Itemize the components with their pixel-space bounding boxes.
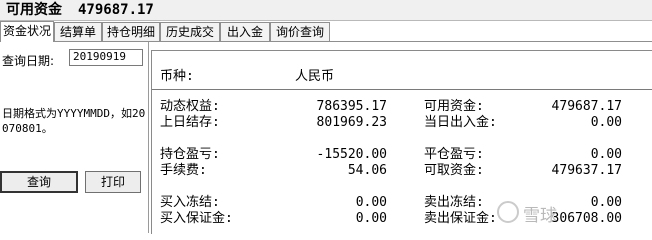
title-bar: 可用资金 479687.17 xyxy=(0,0,652,21)
currency-label: 币种: xyxy=(160,69,194,84)
tab-quote-query[interactable]: 询价查询 xyxy=(270,22,330,41)
available-funds-value: 479687.17 xyxy=(78,2,154,18)
buy-frozen-value: 0.00 xyxy=(355,195,387,210)
prev-balance-value: 801969.23 xyxy=(316,115,387,130)
print-button[interactable]: 打印 xyxy=(85,171,141,193)
prev-balance-label: 上日结存: xyxy=(160,115,220,130)
fee-label: 手续费: xyxy=(160,163,207,178)
tab-settlement[interactable]: 结算单 xyxy=(54,22,102,41)
watermark-text: 雪球 xyxy=(523,206,557,226)
tab-position-detail[interactable]: 持仓明细 xyxy=(102,22,160,41)
available-funds-row-value: 479687.17 xyxy=(551,99,622,114)
buy-margin-value: 0.00 xyxy=(355,211,387,226)
query-date-input[interactable]: 20190919 xyxy=(69,49,143,66)
position-pnl-value: -15520.00 xyxy=(316,147,387,162)
available-funds-row-label: 可用资金: xyxy=(424,99,484,114)
watermark-logo-icon xyxy=(497,201,519,223)
dynamic-equity-value: 786395.17 xyxy=(316,99,387,114)
withdrawable-value: 479637.17 xyxy=(551,163,622,178)
buy-frozen-label: 买入冻结: xyxy=(160,195,220,210)
query-button[interactable]: 查询 xyxy=(0,171,78,193)
date-format-hint: 日期格式为YYYYMMDD，如20070801。 xyxy=(2,107,146,135)
currency-value: 人民币 xyxy=(295,69,335,84)
fee-value: 54.06 xyxy=(347,163,387,178)
tab-bar: 资金状况 结算单 持仓明细 历史成交 出入金 询价查询 xyxy=(0,21,652,42)
dynamic-equity-label: 动态权益: xyxy=(160,99,220,114)
tab-history-trades[interactable]: 历史成交 xyxy=(160,22,220,41)
sell-margin-label: 卖出保证金: xyxy=(424,211,497,226)
withdrawable-label: 可取资金: xyxy=(424,163,484,178)
buy-margin-label: 买入保证金: xyxy=(160,211,233,226)
close-pnl-label: 平仓盈亏: xyxy=(424,147,484,162)
available-funds-label: 可用资金 xyxy=(6,2,62,18)
today-deposit-value: 0.00 xyxy=(590,115,622,130)
query-date-label: 查询日期: xyxy=(2,54,55,68)
position-pnl-label: 持仓盈亏: xyxy=(160,147,220,162)
today-deposit-label: 当日出入金: xyxy=(424,115,497,130)
query-panel: 查询日期: 20190919 日期格式为YYYYMMDD，如20070801。 … xyxy=(0,42,149,233)
tab-deposit-withdraw[interactable]: 出入金 xyxy=(220,22,270,41)
sell-frozen-label: 卖出冻结: xyxy=(424,195,484,210)
close-pnl-value: 0.00 xyxy=(590,147,622,162)
divider xyxy=(152,89,652,90)
tab-fund-status[interactable]: 资金状况 xyxy=(0,21,54,42)
fund-status-panel: 币种: 人民币 动态权益: 786395.17 可用资金: 479687.17 … xyxy=(151,50,652,234)
